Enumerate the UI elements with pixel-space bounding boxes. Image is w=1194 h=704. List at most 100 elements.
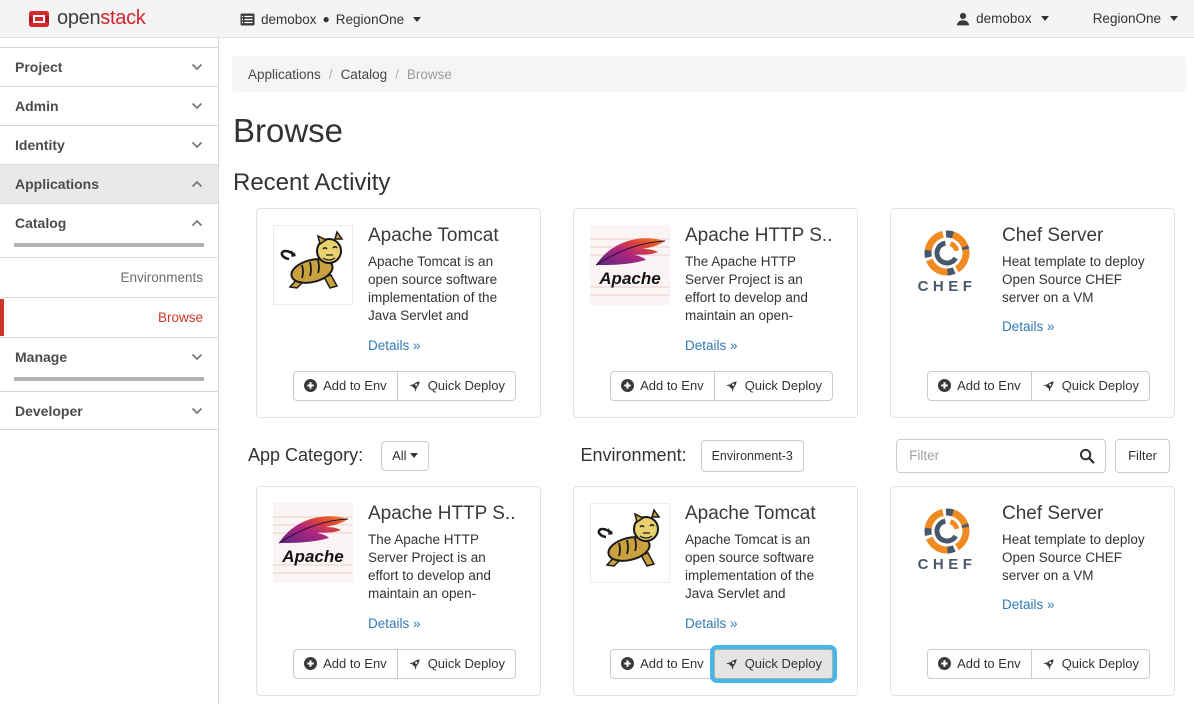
breadcrumb-applications[interactable]: Applications — [248, 67, 321, 82]
app-title: Apache HTTP S.. — [685, 225, 837, 248]
project-list-icon — [240, 13, 255, 26]
add-to-env-button[interactable]: Add to Env — [610, 371, 715, 401]
caret-down-icon — [410, 453, 418, 458]
catalog-result-cards: Apache Apache HTTP S.. The Apache HTTP S… — [256, 486, 1186, 696]
details-link[interactable]: Details » — [685, 616, 738, 631]
environment-label: Environment: — [581, 445, 687, 466]
apache-logo: Apache — [590, 225, 670, 305]
sidebar-divider — [14, 243, 204, 247]
region-menu[interactable]: RegionOne — [1093, 11, 1178, 26]
sidebar-item-catalog[interactable]: Catalog — [0, 203, 218, 257]
chevron-down-icon — [191, 353, 203, 361]
caret-down-icon — [1170, 16, 1178, 21]
details-link[interactable]: Details » — [368, 338, 421, 353]
sidebar-item-developer[interactable]: Developer — [0, 391, 218, 430]
chef-logo-text: CHEF — [918, 278, 977, 295]
card-button-group: Add to Env Quick Deploy — [927, 649, 1150, 679]
context-bullet: ● — [323, 12, 330, 26]
quick-deploy-button-highlighted[interactable]: Quick Deploy — [714, 649, 833, 679]
filter-submit-button[interactable]: Filter — [1115, 439, 1170, 473]
app-card-apache-http: Apache Apache HTTP S.. The Apache HTTP S… — [256, 486, 541, 696]
plus-circle-icon — [304, 379, 317, 392]
quick-deploy-button[interactable]: Quick Deploy — [1031, 371, 1150, 401]
chef-logo: CHEF — [907, 225, 987, 305]
app-title: Chef Server — [1002, 225, 1154, 248]
add-to-env-button[interactable]: Add to Env — [610, 649, 715, 679]
breadcrumb: Applications / Catalog / Browse — [232, 56, 1186, 92]
quick-deploy-button[interactable]: Quick Deploy — [397, 649, 516, 679]
app-card-tomcat: Apache Tomcat Apache Tomcat is an open s… — [256, 208, 541, 418]
sidebar-item-project[interactable]: Project — [0, 47, 218, 86]
card-button-group: Add to Env Quick Deploy — [293, 371, 516, 401]
breadcrumb-current: Browse — [407, 67, 452, 82]
app-description: Heat template to deploy Open Source CHEF… — [1002, 253, 1154, 308]
apache-logo: Apache — [273, 503, 353, 583]
app-description: The Apache HTTP Server Project is an eff… — [685, 253, 837, 326]
plus-circle-icon — [621, 657, 634, 670]
page-title: Browse — [233, 114, 1186, 149]
filter-search — [896, 439, 1106, 473]
rocket-icon — [725, 657, 739, 671]
user-menu[interactable]: demobox — [956, 11, 1049, 26]
openstack-logo[interactable]: openstack — [28, 7, 145, 30]
context-project: demobox — [261, 12, 317, 27]
sidebar-item-applications[interactable]: Applications — [0, 164, 218, 203]
plus-circle-icon — [621, 379, 634, 392]
card-button-group: Add to Env Quick Deploy — [610, 649, 833, 679]
app-title: Apache Tomcat — [368, 225, 520, 248]
add-to-env-button[interactable]: Add to Env — [927, 371, 1032, 401]
caret-down-icon — [1041, 16, 1049, 21]
add-to-env-button[interactable]: Add to Env — [927, 649, 1032, 679]
details-link[interactable]: Details » — [1002, 597, 1055, 612]
project-region-switcher[interactable]: demobox ● RegionOne — [240, 0, 421, 38]
apache-logo-text: Apache — [281, 547, 343, 566]
quick-deploy-button[interactable]: Quick Deploy — [397, 371, 516, 401]
tomcat-logo — [590, 503, 670, 583]
chevron-down-icon — [191, 407, 203, 415]
card-button-group: Add to Env Quick Deploy — [927, 371, 1150, 401]
environment-selector-button[interactable]: Environment-3 — [701, 440, 804, 472]
quick-deploy-button[interactable]: Quick Deploy — [1031, 649, 1150, 679]
app-description: Apache Tomcat is an open source software… — [368, 253, 520, 326]
rocket-icon — [1042, 379, 1056, 393]
app-card-apache-http: Apache Apache HTTP S.. The Apache HTTP S… — [573, 208, 858, 418]
caret-down-icon — [413, 17, 421, 22]
breadcrumb-catalog[interactable]: Catalog — [341, 67, 388, 82]
user-icon — [956, 12, 970, 26]
details-link[interactable]: Details » — [368, 616, 421, 631]
app-description: Heat template to deploy Open Source CHEF… — [1002, 531, 1154, 586]
search-icon[interactable] — [1079, 448, 1095, 469]
details-link[interactable]: Details » — [685, 338, 738, 353]
app-category-label: App Category: — [248, 445, 363, 466]
openstack-logo-icon — [28, 8, 50, 30]
app-description: The Apache HTTP Server Project is an eff… — [368, 531, 520, 604]
sidebar-item-browse[interactable]: Browse — [0, 297, 218, 337]
chevron-down-icon — [191, 102, 203, 110]
app-title: Apache Tomcat — [685, 503, 837, 526]
add-to-env-button[interactable]: Add to Env — [293, 371, 398, 401]
details-link[interactable]: Details » — [1002, 319, 1055, 334]
quick-deploy-button[interactable]: Quick Deploy — [714, 371, 833, 401]
apache-logo-text: Apache — [598, 269, 660, 288]
chef-logo-text: CHEF — [918, 556, 977, 573]
sidebar-item-admin[interactable]: Admin — [0, 86, 218, 125]
filter-bar: App Category: All Environment: Environme… — [248, 439, 1186, 473]
plus-circle-icon — [938, 657, 951, 670]
recent-activity-heading: Recent Activity — [233, 170, 1186, 195]
context-region: RegionOne — [336, 12, 404, 27]
card-button-group: Add to Env Quick Deploy — [610, 371, 833, 401]
sidebar-item-identity[interactable]: Identity — [0, 125, 218, 164]
app-title: Apache HTTP S.. — [368, 503, 520, 526]
sidebar-item-environments[interactable]: Environments — [0, 257, 218, 297]
app-category-dropdown[interactable]: All — [381, 441, 428, 471]
tomcat-logo — [273, 225, 353, 305]
sidebar-nav: Project Admin Identity Applications Cata… — [0, 38, 219, 704]
sidebar-item-manage[interactable]: Manage — [0, 337, 218, 391]
plus-circle-icon — [938, 379, 951, 392]
plus-circle-icon — [304, 657, 317, 670]
filter-input[interactable] — [896, 439, 1106, 473]
chevron-down-icon — [191, 63, 203, 71]
add-to-env-button[interactable]: Add to Env — [293, 649, 398, 679]
region-menu-label: RegionOne — [1093, 11, 1161, 26]
top-header-bar: openstack demobox ● RegionOne demobox Re… — [0, 0, 1194, 38]
